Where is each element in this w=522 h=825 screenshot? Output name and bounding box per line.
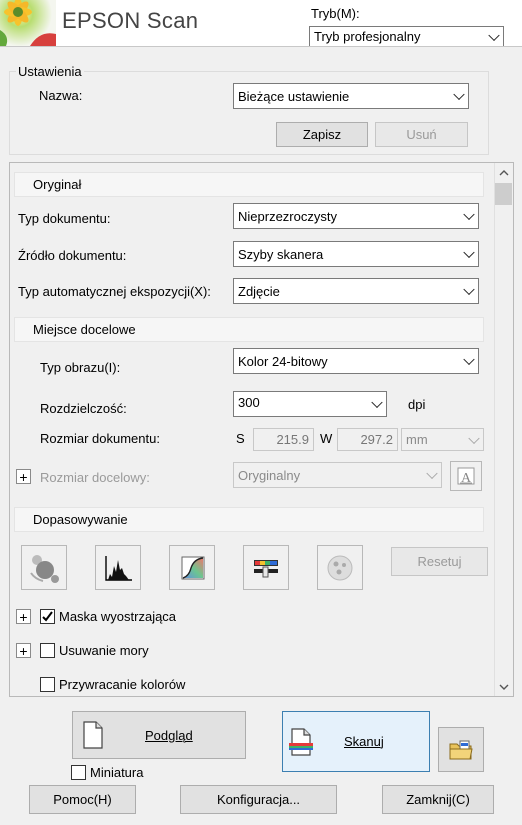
chevron-down-icon xyxy=(371,396,383,409)
original-header-text: Oryginał xyxy=(33,177,82,192)
width-prefix: S xyxy=(236,431,245,446)
document-width-field: 215.9 xyxy=(253,428,314,451)
resolution-value: 300 xyxy=(238,395,260,410)
height-prefix: W xyxy=(320,431,333,446)
scroll-thumb[interactable] xyxy=(495,183,512,205)
histogram-icon[interactable] xyxy=(95,545,141,590)
descreen-label: Usuwanie mory xyxy=(59,643,149,658)
settings-name-select[interactable]: Bieżące ustawienie xyxy=(233,83,469,109)
mode-select-value: Tryb profesjonalny xyxy=(314,29,421,44)
file-save-folder-icon xyxy=(449,740,473,759)
mode-select[interactable]: Tryb profesjonalny xyxy=(309,26,504,47)
color-palette-icon[interactable] xyxy=(243,545,289,590)
descreen-expand-button[interactable]: + xyxy=(16,643,31,658)
target-size-select[interactable]: Oryginalny xyxy=(233,462,442,488)
tone-correction-icon[interactable] xyxy=(169,545,215,590)
unsharp-mask-expand-button[interactable]: + xyxy=(16,609,31,624)
document-preview-icon xyxy=(81,720,105,750)
chevron-down-icon xyxy=(463,246,475,259)
target-size-label: Rozmiar docelowy: xyxy=(40,470,150,485)
doc-source-label: Źródło dokumentu: xyxy=(18,248,127,263)
chevron-down-icon xyxy=(468,432,480,444)
doc-source-value: Szyby skanera xyxy=(238,246,324,262)
unsharp-mask-label: Maska wyostrzająca xyxy=(59,609,177,624)
doc-type-value: Nieprzezroczysty xyxy=(238,208,337,224)
destination-header-text: Miejsce docelowe xyxy=(33,322,136,337)
chevron-down-icon xyxy=(463,283,475,296)
reset-button[interactable]: Resetuj xyxy=(391,547,488,576)
thumbnail-checkbox[interactable] xyxy=(71,765,86,780)
preview-button-label: Podgląd xyxy=(145,727,193,743)
scroll-down-arrow-icon[interactable] xyxy=(494,678,513,695)
app-title: EPSON Scan xyxy=(62,8,199,33)
scroll-up-arrow-icon[interactable] xyxy=(494,164,513,181)
image-type-label: Typ obrazu(I): xyxy=(40,360,121,375)
unit-value: mm xyxy=(406,432,428,447)
chevron-down-icon xyxy=(463,353,475,366)
doc-source-select[interactable]: Szyby skanera xyxy=(233,241,479,267)
auto-exposure-value: Zdjęcie xyxy=(238,283,280,299)
vertical-scrollbar[interactable] xyxy=(494,163,513,696)
doc-type-label: Typ dokumentu: xyxy=(18,211,111,226)
chevron-down-icon xyxy=(426,467,438,480)
auto-exposure-select[interactable]: Zdjęcie xyxy=(233,278,479,304)
dust-removal-icon[interactable] xyxy=(317,545,363,590)
auto-exposure-label: Typ automatycznej ekspozycji(X): xyxy=(18,284,211,299)
name-label: Nazwa: xyxy=(39,88,83,103)
resolution-label: Rozdzielczość: xyxy=(40,401,127,416)
adjustments-header-text: Dopasowywanie xyxy=(33,512,128,527)
color-restore-checkbox[interactable] xyxy=(40,677,55,692)
chevron-down-icon xyxy=(488,29,500,41)
epson-flower-logo xyxy=(0,0,56,46)
adjustments-section-header: Dopasowywanie xyxy=(14,507,484,532)
help-button[interactable]: Pomoc(H) xyxy=(29,785,136,814)
image-type-value: Kolor 24-bitowy xyxy=(238,353,328,369)
close-button[interactable]: Zamknij(C) xyxy=(382,785,494,814)
settings-name-value: Bieżące ustawienie xyxy=(238,88,350,104)
configuration-button[interactable]: Konfiguracja... xyxy=(180,785,337,814)
target-size-icon[interactable]: A xyxy=(450,461,482,491)
resolution-unit: dpi xyxy=(408,397,426,412)
chevron-down-icon xyxy=(453,88,465,101)
doc-size-label: Rozmiar dokumentu: xyxy=(40,431,160,446)
settings-group-label: Ustawienia xyxy=(16,64,84,79)
color-restore-label: Przywracanie kolorów xyxy=(59,677,186,692)
thumbnail-label: Miniatura xyxy=(90,765,144,780)
chevron-down-icon xyxy=(463,208,475,221)
doc-type-select[interactable]: Nieprzezroczysty xyxy=(233,203,479,229)
target-size-value: Oryginalny xyxy=(238,467,301,483)
target-size-expand-button[interactable]: + xyxy=(16,469,31,484)
unsharp-mask-checkbox[interactable] xyxy=(40,609,55,624)
scan-button[interactable]: Skanuj xyxy=(282,711,430,772)
file-save-folder-button[interactable] xyxy=(438,727,484,772)
header-divider xyxy=(0,46,522,47)
save-button[interactable]: Zapisz xyxy=(276,122,368,147)
backlight-correction-icon[interactable] xyxy=(21,545,67,590)
svg-text:A: A xyxy=(461,471,472,486)
unit-select[interactable]: mm xyxy=(401,428,484,451)
resolution-combo[interactable]: 300 xyxy=(233,391,387,417)
scan-button-label: Skanuj xyxy=(344,734,384,749)
descreen-checkbox[interactable] xyxy=(40,643,55,658)
document-height-field: 297.2 xyxy=(337,428,398,451)
destination-section-header: Miejsce docelowe xyxy=(14,317,484,342)
preview-button[interactable]: Podgląd xyxy=(72,711,246,759)
original-section-header: Oryginał xyxy=(14,172,484,197)
image-type-select[interactable]: Kolor 24-bitowy xyxy=(233,348,479,374)
mode-label: Tryb(M): xyxy=(311,6,360,21)
scan-icon xyxy=(288,727,314,757)
delete-button[interactable]: Usuń xyxy=(375,122,468,147)
